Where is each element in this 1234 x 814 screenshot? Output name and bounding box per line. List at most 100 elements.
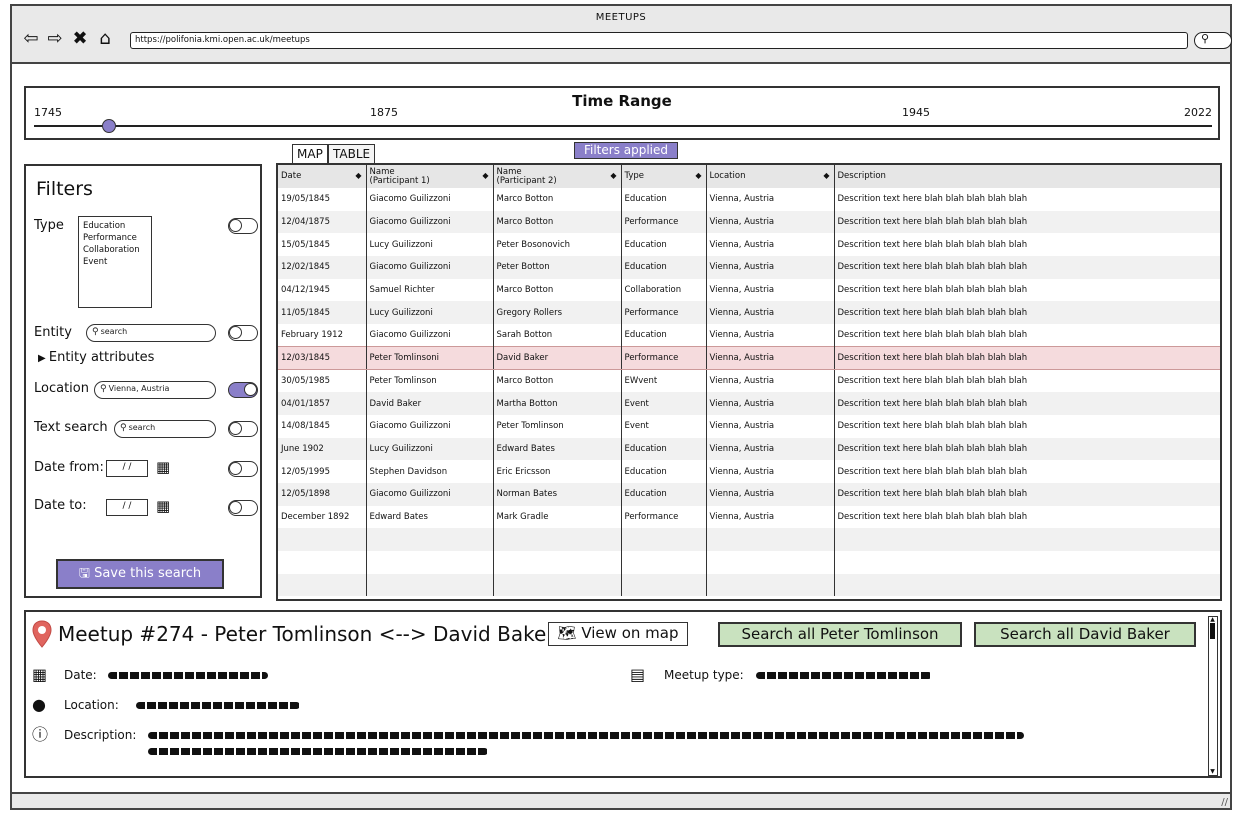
- detail-scrollbar[interactable]: ▲ ▼: [1208, 616, 1218, 776]
- type-option[interactable]: Event: [83, 256, 147, 268]
- back-arrow-icon[interactable]: ⇦: [20, 28, 42, 50]
- type-option[interactable]: Education: [83, 220, 147, 232]
- forward-arrow-icon[interactable]: ⇨: [44, 28, 66, 50]
- redacted-value: [136, 702, 300, 709]
- date-from-input[interactable]: / /: [106, 460, 148, 477]
- table-row[interactable]: 12/05/1995 Stephen Davidson Eric Ericsson E…: [278, 460, 1220, 483]
- table-row[interactable]: 19/05/1845 Giacomo Guilizzoni Marco Botton…: [278, 188, 1220, 211]
- table-cell: 12/04/1875: [278, 210, 367, 234]
- table-cell: Edward Bates: [493, 437, 622, 461]
- url-bar[interactable]: https://polifonia.kmi.open.ac.uk/meetups: [130, 32, 1188, 49]
- column-header-description[interactable]: Description: [834, 165, 1220, 188]
- type-label: Type: [34, 218, 64, 233]
- table-cell: Vienna, Austria: [706, 210, 835, 234]
- table-cell: Marco Botton: [493, 278, 622, 302]
- table-cell: Descrition text here blah blah blah blah…: [834, 301, 1220, 325]
- table-row[interactable]: 30/05/1985 Peter Tomlinson Marco Botton EWv…: [278, 369, 1220, 393]
- redacted-value: [108, 672, 268, 679]
- table-row[interactable]: 12/04/1875 Giacomo Guilizzoni Marco Botton…: [278, 210, 1220, 234]
- resize-grip-icon[interactable]: //: [1221, 797, 1228, 808]
- text-search-toggle[interactable]: [228, 421, 258, 437]
- column-header-participant-2[interactable]: Name (Participant 2) ◆: [493, 165, 622, 188]
- scrollbar-thumb[interactable]: [1210, 623, 1215, 639]
- type-option[interactable]: Performance: [83, 232, 147, 244]
- date-from-toggle[interactable]: [228, 461, 258, 477]
- browser-search-button[interactable]: ⚲: [1194, 32, 1232, 49]
- table-cell: Collaboration: [621, 278, 707, 302]
- type-option[interactable]: Collaboration: [83, 244, 147, 256]
- sort-icon[interactable]: ◆: [355, 171, 361, 180]
- sort-icon[interactable]: ◆: [482, 171, 488, 180]
- table-cell: Vienna, Austria: [706, 301, 835, 325]
- type-toggle[interactable]: [228, 218, 258, 234]
- calendar-icon[interactable]: ▦: [156, 499, 170, 514]
- entity-toggle[interactable]: [228, 325, 258, 341]
- table-cell: EWvent: [621, 369, 707, 393]
- date-to-input[interactable]: / /: [106, 499, 148, 516]
- table-row[interactable]: June 1902 Lucy Guilizzoni Edward Bates Educ…: [278, 437, 1220, 461]
- column-header-date[interactable]: Date ◆: [278, 165, 367, 188]
- table-cell: Vienna, Austria: [706, 392, 835, 415]
- meetup-title: Meetup #274 - Peter Tomlinson <--> David…: [58, 622, 555, 646]
- table-row[interactable]: 12/03/1845 Peter Tomlinsoni David Baker Per…: [278, 346, 1220, 370]
- meetup-detail-panel: Meetup #274 - Peter Tomlinson <--> David…: [24, 610, 1222, 778]
- time-range-panel: Time Range 1745 1875 1945 2022: [24, 86, 1220, 140]
- entity-search-input[interactable]: ⚲ search: [86, 324, 216, 342]
- table-cell: Samuel Richter: [366, 278, 494, 302]
- search-participant-2-button[interactable]: Search all David Baker: [974, 622, 1196, 647]
- table-cell: Education: [621, 482, 707, 506]
- table-cell: Descrition text here blah blah blah blah…: [837, 511, 1028, 522]
- column-header-participant-1[interactable]: Name (Participant 1) ◆: [366, 165, 494, 188]
- location-toggle[interactable]: [228, 382, 258, 398]
- table-cell: Peter Tomlinson: [493, 414, 622, 438]
- home-icon[interactable]: ⌂: [94, 28, 116, 50]
- table-row[interactable]: [278, 573, 1220, 597]
- time-slider-track[interactable]: [34, 125, 1212, 127]
- table-cell: Education: [621, 437, 707, 461]
- location-label: Location:: [64, 698, 119, 712]
- description-label: Description:: [64, 728, 137, 742]
- date-to-toggle[interactable]: [228, 500, 258, 516]
- table-row[interactable]: 04/01/1857 David Baker Martha Botton Event V…: [278, 392, 1220, 415]
- scroll-up-icon[interactable]: ▲: [1209, 616, 1216, 623]
- table-row[interactable]: 14/08/1845 Giacomo Guilizzoni Peter Tomlin…: [278, 414, 1220, 438]
- text-search-input[interactable]: ⚲ search: [114, 420, 216, 438]
- entity-attributes-expander[interactable]: ▶ Entity attributes: [38, 350, 154, 365]
- table-cell: Giacomo Guilizzoni: [366, 256, 494, 279]
- view-on-map-button[interactable]: 🗺 View on map: [548, 622, 688, 646]
- tab-map[interactable]: MAP: [292, 144, 328, 164]
- table-cell: Education: [621, 233, 707, 257]
- sort-icon[interactable]: ◆: [610, 171, 616, 180]
- close-icon[interactable]: ✖: [69, 28, 91, 50]
- table-row[interactable]: 04/12/1945 Samuel Richter Marco Botton Coll…: [278, 278, 1220, 302]
- table-row[interactable]: December 1892 Edward Bates Mark Gradle Perf…: [278, 505, 1220, 529]
- calendar-icon[interactable]: ▦: [156, 460, 170, 475]
- tab-table[interactable]: TABLE: [328, 144, 376, 164]
- table-cell: 12/03/1845: [278, 346, 367, 370]
- filters-applied-badge: Filters applied: [574, 142, 678, 159]
- table-row[interactable]: [278, 551, 1220, 574]
- entity-label: Entity: [34, 325, 72, 340]
- date-label: Date:: [64, 668, 97, 682]
- table-row[interactable]: 11/05/1845 Lucy Guilizzoni Gregory Rollers…: [278, 301, 1220, 325]
- table-cell: Vienna, Austria: [706, 482, 835, 506]
- column-header-type[interactable]: Type ◆: [621, 165, 707, 188]
- type-listbox[interactable]: Education Performance Collaboration Even…: [78, 216, 152, 308]
- table-cell: Descrition text here blah blah blah blah…: [837, 285, 1028, 296]
- table-row[interactable]: 12/02/1845 Giacomo Guilizzoni Peter Botton…: [278, 256, 1220, 279]
- table-cell: Education: [621, 460, 707, 483]
- time-slider-handle[interactable]: [102, 119, 116, 133]
- table-row[interactable]: February 1912 Giacomo Guilizzoni Sarah Bot…: [278, 324, 1220, 347]
- column-header-location[interactable]: Location ◆: [706, 165, 835, 188]
- table-cell: 12/02/1845: [278, 256, 367, 279]
- sort-icon[interactable]: ◆: [823, 171, 829, 180]
- save-search-button[interactable]: 🖫 Save this search: [56, 559, 224, 589]
- table-row[interactable]: [278, 528, 1220, 551]
- sort-icon[interactable]: ◆: [695, 171, 701, 180]
- scroll-down-icon[interactable]: ▼: [1209, 768, 1216, 775]
- table-row[interactable]: 12/05/1898 Giacomo Guilizzoni Norman Bates…: [278, 482, 1220, 506]
- table-row[interactable]: 15/05/1845 Lucy Guilizzoni Peter Bosonovic…: [278, 233, 1220, 257]
- search-participant-1-button[interactable]: Search all Peter Tomlinson: [718, 622, 962, 647]
- text-search-label: Text search: [34, 420, 108, 435]
- location-search-input[interactable]: ⚲ Vienna, Austria: [94, 381, 216, 399]
